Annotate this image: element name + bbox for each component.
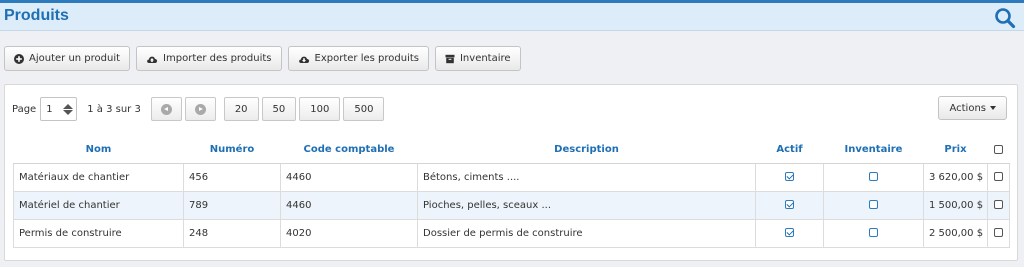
page-stepper[interactable] <box>63 103 74 115</box>
cell-code-comptable: 4460 <box>280 190 418 220</box>
plus-circle-icon <box>14 53 24 64</box>
cell-nom: Matériel de chantier <box>13 190 184 220</box>
table-row[interactable]: Permis de construire 248 4020 Dossier de… <box>13 218 1010 248</box>
cell-code-comptable: 4460 <box>280 162 418 192</box>
page-number-input[interactable]: 1 <box>40 97 78 121</box>
column-header-code-comptable[interactable]: Code comptable <box>280 137 418 164</box>
page-size-50-button[interactable]: 50 <box>261 97 297 121</box>
cell-nom: Permis de construire <box>13 218 184 248</box>
inventory-label: Inventaire <box>459 53 511 64</box>
page-number-value: 1 <box>46 103 53 115</box>
inventaire-checkbox[interactable] <box>869 200 878 209</box>
cell-select <box>987 218 1010 248</box>
cell-description: Pioches, pelles, sceaux ... <box>417 190 756 220</box>
cloud-upload-icon <box>147 56 158 63</box>
page-title: Produits <box>4 7 69 24</box>
select-all-cell <box>987 137 1010 164</box>
inventaire-checkbox[interactable] <box>869 228 878 237</box>
add-product-button[interactable]: Ajouter un produit <box>4 46 131 71</box>
cell-prix: 1 500,00 $ <box>923 190 988 220</box>
row-select-checkbox[interactable] <box>994 172 1003 181</box>
toolbar: Ajouter un produit Importer des produits… <box>4 46 521 71</box>
previous-page-button[interactable] <box>150 97 182 121</box>
next-page-button[interactable] <box>184 97 216 121</box>
column-header-description[interactable]: Description <box>417 137 756 164</box>
column-header-numero[interactable]: Numéro <box>183 137 281 164</box>
actif-checkbox[interactable] <box>785 228 794 237</box>
select-all-checkbox[interactable] <box>994 144 1003 154</box>
column-header-nom[interactable]: Nom <box>13 137 184 164</box>
caret-down-icon <box>990 106 996 110</box>
import-products-button[interactable]: Importer des produits <box>136 46 282 71</box>
cell-numero: 248 <box>183 218 281 248</box>
cell-actif <box>755 162 824 192</box>
products-panel: Page 1 1 à 3 sur 3 20 50 100 500 Actions <box>4 84 1018 261</box>
cell-description: Bétons, ciments .... <box>417 162 756 192</box>
chevron-down-icon[interactable] <box>63 109 74 115</box>
cell-inventaire <box>823 218 924 248</box>
search-icon[interactable] <box>994 7 1016 29</box>
cell-code-comptable: 4020 <box>280 218 418 248</box>
inventory-button[interactable]: Inventaire <box>434 46 521 71</box>
row-select-checkbox[interactable] <box>994 200 1003 209</box>
cell-description: Dossier de permis de construire <box>417 218 756 248</box>
page-size-100-button[interactable]: 100 <box>299 97 341 121</box>
table-row[interactable]: Matériel de chantier 789 4460 Pioches, p… <box>13 190 1010 220</box>
cell-nom: Matériaux de chantier <box>13 162 184 192</box>
actions-dropdown-button[interactable]: Actions <box>938 96 1007 120</box>
cell-inventaire <box>823 190 924 220</box>
arrow-left-circle-icon <box>160 103 172 115</box>
page-header: Produits <box>0 3 1024 31</box>
column-header-actif[interactable]: Actif <box>755 137 824 164</box>
cell-prix: 3 620,00 $ <box>923 162 988 192</box>
cloud-download-icon <box>298 56 309 63</box>
column-header-inventaire[interactable]: Inventaire <box>823 137 924 164</box>
add-product-label: Ajouter un produit <box>29 53 121 64</box>
inventaire-checkbox[interactable] <box>869 172 878 181</box>
cell-select <box>987 162 1010 192</box>
chevron-up-icon[interactable] <box>63 103 74 109</box>
cell-numero: 456 <box>183 162 281 192</box>
range-text: 1 à 3 sur 3 <box>87 103 141 115</box>
export-products-button[interactable]: Exporter les produits <box>287 46 429 71</box>
page-label: Page <box>12 103 37 115</box>
actif-checkbox[interactable] <box>785 172 794 181</box>
cell-numero: 789 <box>183 190 281 220</box>
cell-inventaire <box>823 162 924 192</box>
archive-icon <box>445 54 455 63</box>
products-table: Nom Numéro Code comptable Description Ac… <box>13 137 1010 248</box>
arrow-right-circle-icon <box>194 103 206 115</box>
page-size-20-button[interactable]: 20 <box>223 97 259 121</box>
export-products-label: Exporter les produits <box>314 53 419 64</box>
table-row[interactable]: Matériaux de chantier 456 4460 Bétons, c… <box>13 162 1010 192</box>
cell-select <box>987 190 1010 220</box>
actions-label: Actions <box>949 102 986 114</box>
cell-actif <box>755 190 824 220</box>
import-products-label: Importer des produits <box>163 53 272 64</box>
page-size-500-button[interactable]: 500 <box>343 97 385 121</box>
cell-prix: 2 500,00 $ <box>923 218 988 248</box>
actif-checkbox[interactable] <box>785 200 794 209</box>
table-header-row: Nom Numéro Code comptable Description Ac… <box>13 137 1010 164</box>
row-select-checkbox[interactable] <box>994 228 1003 237</box>
column-header-prix[interactable]: Prix <box>923 137 988 164</box>
cell-actif <box>755 218 824 248</box>
pagination-bar: Page 1 1 à 3 sur 3 20 50 100 500 <box>12 97 387 121</box>
